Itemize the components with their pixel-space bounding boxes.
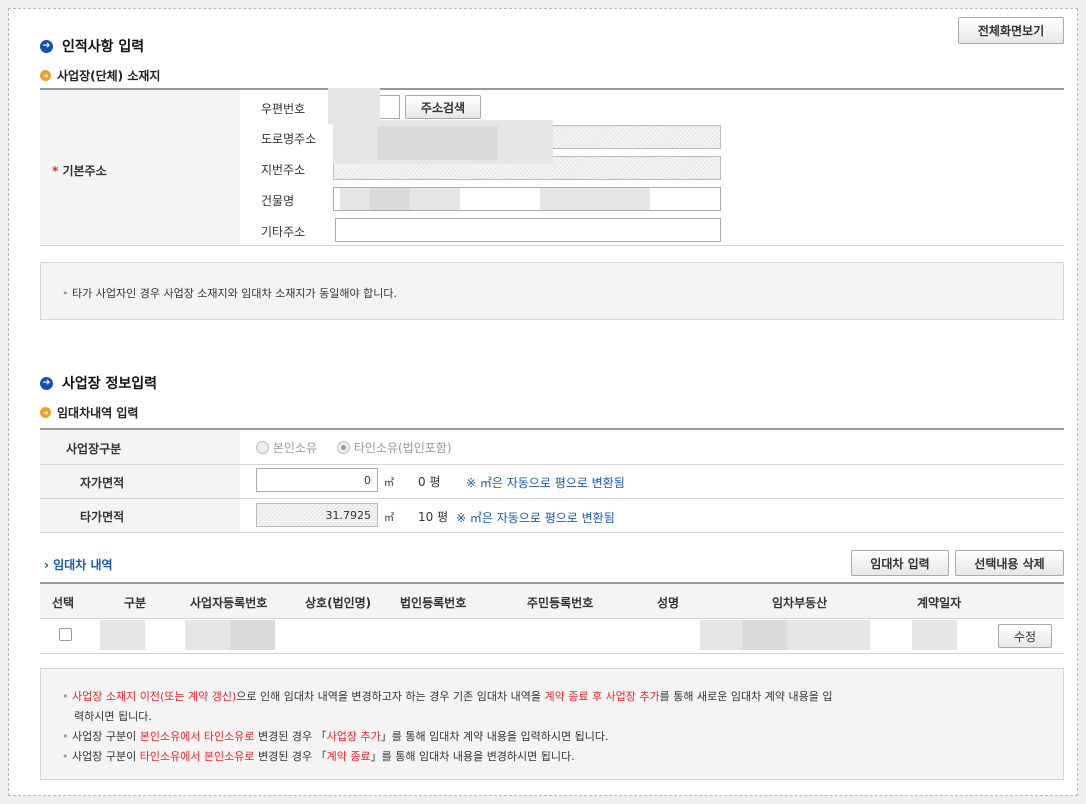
road-address-label: 도로명주소 (261, 132, 317, 146)
note-3: • 사업장 구분이 타인소유에서 본인소유로 변경된 경우 「계약 종료」를 통… (62, 750, 575, 763)
divider (40, 618, 1064, 619)
divider (40, 464, 1064, 465)
other-area-label: 타가면적 (80, 510, 125, 524)
subsection-title-address: ➔ 사업장(단체) 소재지 (40, 67, 160, 84)
lease-add-button[interactable]: 임대차 입력 (851, 550, 949, 576)
edit-button[interactable]: 수정 (998, 624, 1052, 648)
note-1-cont: 력하시면 됩니다. (74, 710, 152, 723)
col-header-company-name: 상호(법인명) (305, 596, 372, 610)
masked-value (230, 620, 275, 650)
masked-value (100, 620, 145, 650)
col-header-name: 성명 (657, 596, 680, 610)
radio-other[interactable]: 타인소유(법인포함) (337, 439, 452, 456)
delete-selected-button[interactable]: 선택내용 삭제 (955, 550, 1064, 576)
chevron-right-icon: › (44, 558, 49, 572)
zip-label: 우편번호 (261, 102, 306, 116)
bullet-circle-icon: ➔ (40, 70, 51, 81)
own-pyeong: 0 평 (418, 475, 441, 489)
note-1: • 사업장 소재지 이전(또는 계약 갱신)으로 인해 임대차 내역을 변경하고… (62, 690, 833, 703)
masked-value (378, 126, 498, 160)
own-area-input[interactable]: 0 (256, 468, 378, 492)
divider (40, 245, 1064, 246)
arrow-circle-icon: ➔ (40, 376, 53, 390)
section-title-business: ➔ 사업장 정보입력 (40, 373, 157, 393)
conversion-note: ※ ㎡은 자동으로 평으로 변환됨 (466, 476, 625, 490)
masked-value (540, 188, 650, 210)
other-address-label: 기타주소 (261, 225, 306, 239)
lease-list-title: › 임대차 내역 (44, 558, 113, 572)
jibun-address-label: 지번주소 (261, 163, 306, 177)
unit-m2: ㎡ (384, 513, 394, 524)
col-header-type: 구분 (124, 596, 147, 610)
col-header-select: 선택 (52, 596, 75, 610)
note-2: • 사업장 구분이 본인소유에서 타인소유로 변경된 경우 「사업장 추가」를 … (62, 730, 609, 743)
masked-value (742, 620, 787, 650)
masked-value (912, 620, 957, 650)
divider (40, 498, 1064, 499)
subsection-title-lease: ➔ 임대차내역 입력 (40, 404, 138, 421)
other-pyeong: 10 평 (418, 510, 449, 524)
conversion-note: ※ ㎡은 자동으로 평으로 변환됨 (456, 511, 615, 525)
business-type-label: 사업장구분 (66, 442, 122, 456)
col-header-leased-property: 임차부동산 (772, 596, 828, 610)
required-mark: * (52, 164, 59, 178)
row-checkbox[interactable] (59, 628, 72, 641)
col-header-resident-no: 주민등록번호 (527, 596, 594, 610)
building-name-label: 건물명 (261, 194, 295, 208)
section-title-personal-text: 인적사항 입력 (62, 39, 145, 55)
notice-text: • 타가 사업자인 경우 사업장 소재지와 임대차 소재지가 동일해야 합니다. (62, 287, 397, 300)
col-header-biz-reg-no: 사업자등록번호 (190, 596, 268, 610)
fullscreen-button[interactable]: 전체화면보기 (958, 17, 1064, 44)
section-title-personal: ➔ 인적사항 입력 (40, 36, 144, 56)
arrow-circle-icon: ➔ (40, 39, 53, 53)
col-header-contract-date: 계약일자 (917, 596, 962, 610)
divider (40, 532, 1064, 533)
subsection-title-lease-text: 임대차내역 입력 (57, 406, 139, 420)
own-area-label: 자가면적 (80, 476, 125, 490)
other-area-input: 31.7925 (256, 503, 378, 527)
subsection-title-address-text: 사업장(단체) 소재지 (57, 69, 161, 83)
basic-address-label: * 기본주소 (52, 164, 107, 178)
other-address-input[interactable] (335, 218, 721, 242)
masked-value (328, 88, 380, 124)
radio-checked-icon (337, 441, 350, 454)
address-search-button[interactable]: 주소검색 (405, 95, 481, 119)
radio-icon (256, 441, 269, 454)
radio-own[interactable]: 본인소유 (256, 439, 317, 456)
unit-m2: ㎡ (384, 478, 394, 489)
col-header-corp-reg-no: 법인등록번호 (400, 596, 467, 610)
section-title-business-text: 사업장 정보입력 (62, 376, 158, 392)
bullet-circle-icon: ➔ (40, 407, 51, 418)
masked-value (370, 188, 410, 210)
divider (40, 653, 1064, 654)
